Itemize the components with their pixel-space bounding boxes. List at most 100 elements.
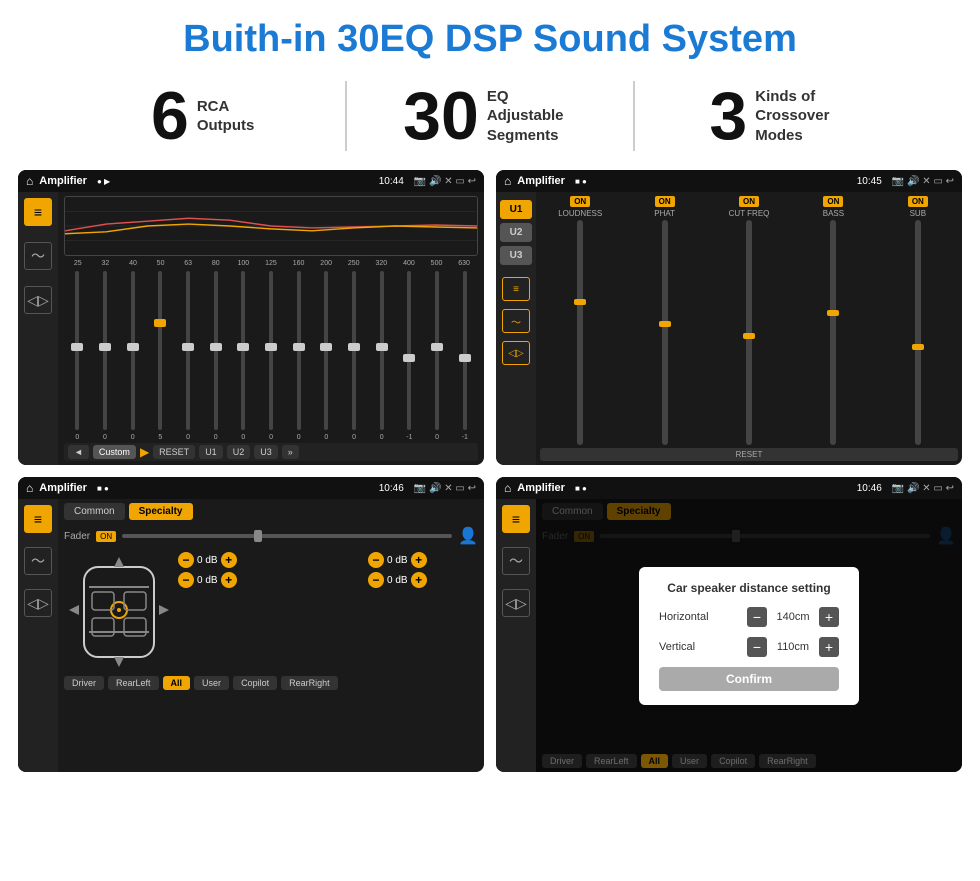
- eq-slider-9: 0: [313, 269, 340, 441]
- u1-selector[interactable]: U1: [500, 200, 532, 219]
- stat-number-rca: 6: [151, 82, 189, 150]
- db-minus-copilot[interactable]: −: [368, 552, 384, 568]
- phat-slider[interactable]: [662, 220, 668, 445]
- ctrl-label-cutfreq: CUT FREQ: [729, 209, 770, 218]
- prev-btn[interactable]: ◄: [68, 445, 89, 459]
- dialog-box: Car speaker distance setting Horizontal …: [639, 567, 859, 705]
- home-icon-1[interactable]: ⌂: [26, 174, 33, 188]
- app-title-2: Amplifier: [517, 175, 565, 187]
- fader-track[interactable]: [122, 534, 452, 538]
- db-control-rearright: − 0 dB +: [368, 572, 478, 588]
- stat-eq: 30 EQ AdjustableSegments: [347, 82, 632, 150]
- db-plus-rearleft[interactable]: +: [221, 572, 237, 588]
- eq-main: 253240 506380 100125160 200250320 400500…: [58, 192, 484, 465]
- reset-btn-s2[interactable]: RESET: [540, 448, 958, 461]
- btn-all-4[interactable]: All: [641, 754, 669, 768]
- sidebar-eq-icon-4[interactable]: ≡: [502, 505, 530, 533]
- btn-copilot-4[interactable]: Copilot: [711, 754, 755, 768]
- tab-specialty-3[interactable]: Specialty: [129, 503, 193, 520]
- screenshots-grid: ⌂ Amplifier ● ▶ 10:44 📷 🔊 ✕ ▭ ↩ ≡ 〜 ◁▷: [0, 166, 980, 784]
- sub-slider[interactable]: [915, 220, 921, 445]
- sidebar-wave-icon[interactable]: 〜: [24, 242, 52, 270]
- u3-selector[interactable]: U3: [500, 246, 532, 265]
- btn-user-4[interactable]: User: [672, 754, 707, 768]
- sidebar-wave-icon-3[interactable]: 〜: [24, 547, 52, 575]
- btn-rearright-4[interactable]: RearRight: [759, 754, 816, 768]
- db-minus-rearleft[interactable]: −: [178, 572, 194, 588]
- bass-slider[interactable]: [830, 220, 836, 445]
- u2-btn[interactable]: U2: [227, 445, 251, 459]
- custom-btn[interactable]: Custom: [93, 445, 136, 459]
- dots-4: ■ ●: [575, 484, 587, 493]
- home-icon-4[interactable]: ⌂: [504, 481, 511, 495]
- btn-rearleft-4[interactable]: RearLeft: [586, 754, 637, 768]
- status-bar-4: ⌂ Amplifier ■ ● 10:46 📷 🔊 ✕ ▭ ↩: [496, 477, 962, 499]
- u-eq-icon[interactable]: ≡: [502, 277, 530, 301]
- vertical-minus[interactable]: −: [747, 637, 767, 657]
- btn-driver-4[interactable]: Driver: [542, 754, 582, 768]
- u-selector: U1 U2 U3 ≡ 〜 ◁▷: [496, 192, 536, 465]
- confirm-button[interactable]: Confirm: [659, 667, 839, 691]
- status-icons-2: 📷 🔊 ✕ ▭ ↩: [892, 176, 954, 187]
- sidebar-wave-icon-4[interactable]: 〜: [502, 547, 530, 575]
- vertical-plus[interactable]: +: [819, 637, 839, 657]
- eq-sliders-row: 0 0 0 5 0 0 0 0 0 0 0 0 -1 0 -1: [64, 269, 478, 441]
- eq-slider-3: 5: [147, 269, 174, 441]
- eq-slider-4: 0: [175, 269, 202, 441]
- db-plus-driver[interactable]: +: [221, 552, 237, 568]
- screen4-content: ≡ 〜 ◁▷ Common Specialty Fader ON 👤: [496, 499, 962, 772]
- cutfreq-slider[interactable]: [746, 220, 752, 445]
- sidebar-speaker-icon[interactable]: ◁▷: [24, 286, 52, 314]
- sidebar-eq-icon-3[interactable]: ≡: [24, 505, 52, 533]
- sidebar-eq-icon[interactable]: ≡: [24, 198, 52, 226]
- db-val-driver: 0 dB: [197, 555, 218, 566]
- stat-crossover: 3 Kinds ofCrossover Modes: [635, 82, 920, 150]
- horizontal-control: − 140cm +: [747, 607, 839, 627]
- play-btn[interactable]: ▶: [140, 445, 149, 459]
- btn-user[interactable]: User: [194, 676, 229, 690]
- home-icon-2[interactable]: ⌂: [504, 174, 511, 188]
- db-minus-rearright[interactable]: −: [368, 572, 384, 588]
- home-icon-3[interactable]: ⌂: [26, 481, 33, 495]
- db-control-copilot: − 0 dB +: [368, 552, 478, 568]
- tab-common-3[interactable]: Common: [64, 503, 125, 520]
- eq-slider-5: 0: [202, 269, 229, 441]
- db-plus-copilot[interactable]: +: [411, 552, 427, 568]
- dialog-overlay: Car speaker distance setting Horizontal …: [536, 499, 962, 772]
- screen1-content: ≡ 〜 ◁▷: [18, 192, 484, 465]
- screen-speaker-placement: ⌂ Amplifier ■ ● 10:46 📷 🔊 ✕ ▭ ↩ ≡ 〜 ◁▷ C…: [18, 477, 484, 772]
- stat-number-eq: 30: [403, 82, 479, 150]
- btn-all[interactable]: All: [163, 676, 191, 690]
- u-speaker-icon[interactable]: ◁▷: [502, 341, 530, 365]
- sidebar-speaker-icon-3[interactable]: ◁▷: [24, 589, 52, 617]
- u3-btn[interactable]: U3: [254, 445, 278, 459]
- time-1: 10:44: [379, 176, 404, 187]
- on-badge-bass: ON: [823, 196, 843, 207]
- on-badge-phat: ON: [655, 196, 675, 207]
- btn-copilot[interactable]: Copilot: [233, 676, 277, 690]
- btn-rearleft[interactable]: RearLeft: [108, 676, 159, 690]
- screen-u-controls: ⌂ Amplifier ■ ● 10:45 📷 🔊 ✕ ▭ ↩ U1 U2 U3…: [496, 170, 962, 465]
- screen2-content: U1 U2 U3 ≡ 〜 ◁▷ ON LOUDNESS: [496, 192, 962, 465]
- loudness-slider[interactable]: [577, 220, 583, 445]
- db-plus-rearright[interactable]: +: [411, 572, 427, 588]
- time-4: 10:46: [857, 483, 882, 494]
- eq-slider-14: -1: [451, 269, 478, 441]
- btn-driver[interactable]: Driver: [64, 676, 104, 690]
- more-btn[interactable]: »: [282, 445, 299, 459]
- horizontal-plus[interactable]: +: [819, 607, 839, 627]
- ctrl-bass: ON BASS: [793, 196, 873, 445]
- horizontal-minus[interactable]: −: [747, 607, 767, 627]
- u1-btn[interactable]: U1: [199, 445, 223, 459]
- u2-selector[interactable]: U2: [500, 223, 532, 242]
- sidebar-speaker-icon-4[interactable]: ◁▷: [502, 589, 530, 617]
- u-wave-icon[interactable]: 〜: [502, 309, 530, 333]
- reset-btn[interactable]: RESET: [153, 445, 195, 459]
- stat-rca: 6 RCAOutputs: [60, 82, 345, 150]
- eq-bottom-bar: ◄ Custom ▶ RESET U1 U2 U3 »: [64, 443, 478, 461]
- db-minus-driver[interactable]: −: [178, 552, 194, 568]
- eq-slider-8: 0: [285, 269, 312, 441]
- btn-rearright[interactable]: RearRight: [281, 676, 338, 690]
- time-3: 10:46: [379, 483, 404, 494]
- db-val-rearleft: 0 dB: [197, 575, 218, 586]
